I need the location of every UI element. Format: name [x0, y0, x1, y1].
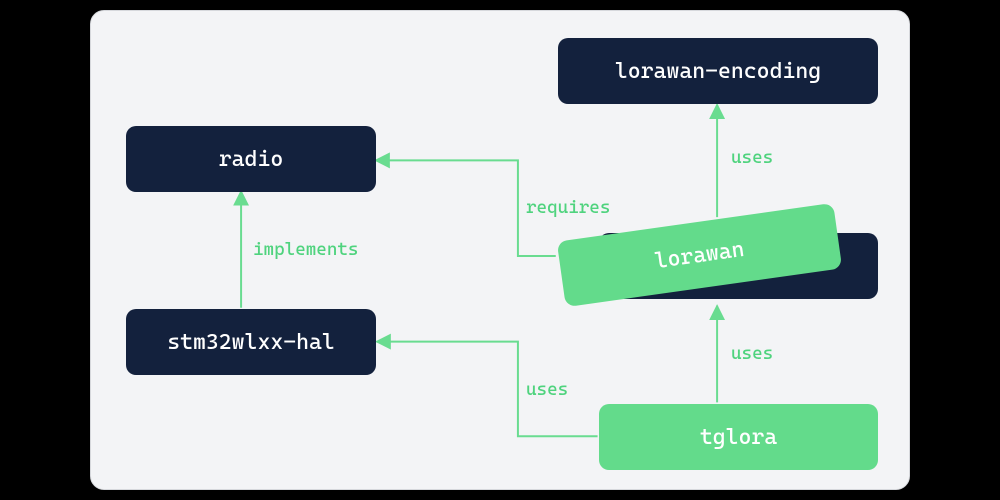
node-stm32-label: stm32wlxx-hal	[167, 330, 335, 355]
diagram-canvas: radio lorawan-encoding stm32wlxx-hal lor…	[90, 10, 910, 490]
node-lorawan-encoding-label: lorawan-encoding	[615, 59, 821, 84]
node-lorawan-label: lorawan	[653, 236, 746, 273]
edge-label-uses-encoding: uses	[731, 147, 773, 168]
node-stm32: stm32wlxx-hal	[126, 309, 376, 375]
node-lorawan-encoding: lorawan-encoding	[558, 38, 878, 104]
edge-label-uses-hal: uses	[526, 379, 568, 400]
edge-label-uses-lorawan: uses	[731, 343, 773, 364]
node-radio-label: radio	[219, 147, 283, 172]
node-tglora: tglora	[599, 404, 878, 470]
node-tglora-label: tglora	[700, 425, 777, 450]
node-radio: radio	[126, 126, 376, 192]
edge-label-implements: implements	[253, 239, 358, 260]
edge-label-requires: requires	[526, 197, 610, 218]
